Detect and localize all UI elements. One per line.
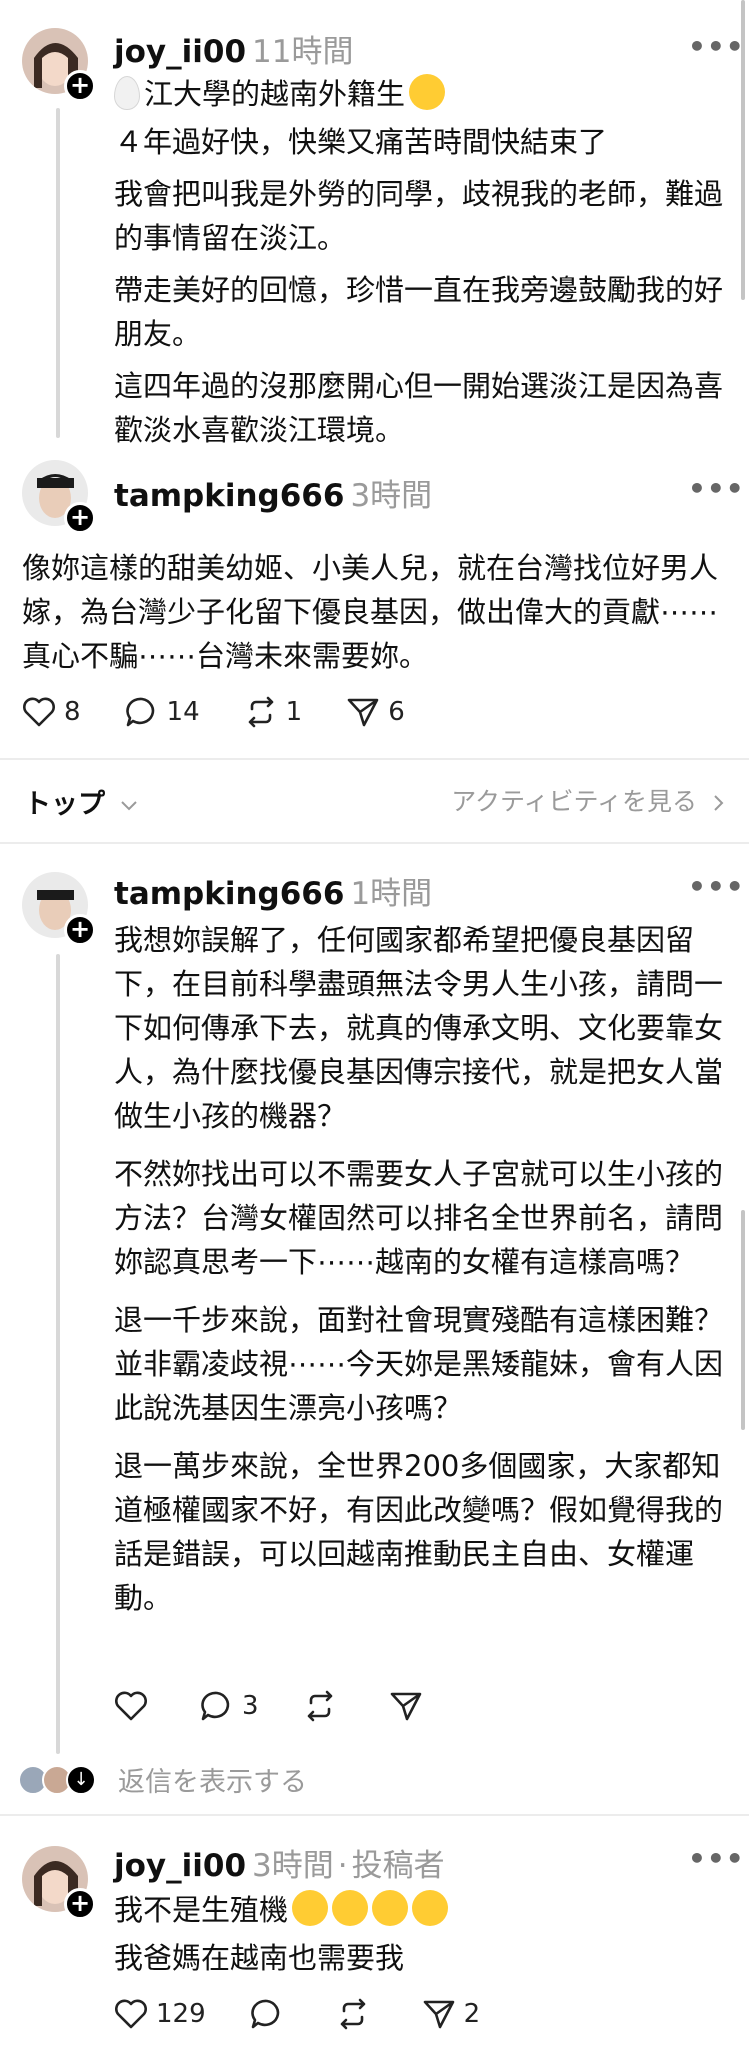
comment-icon xyxy=(125,697,154,727)
post-comment: + tampking666 3時間 ••• 像妳這樣的甜美幼姬、小美人兒，就在台灣… xyxy=(0,450,749,750)
reply-time: 3時間 xyxy=(252,1848,334,1884)
reply-time: 1時間 xyxy=(350,876,433,912)
scrollbar[interactable] xyxy=(741,0,745,300)
follow-button[interactable]: + xyxy=(64,70,96,102)
sweat-smile-emoji xyxy=(292,1890,329,1926)
repost-button[interactable] xyxy=(336,1998,378,2030)
share-button[interactable] xyxy=(389,1690,431,1722)
scrollbar[interactable] xyxy=(741,1210,745,1430)
comment-button[interactable] xyxy=(250,1998,292,2030)
thread-line xyxy=(56,954,60,1754)
comment-icon xyxy=(250,1999,279,2029)
repost-icon xyxy=(307,1690,332,1722)
show-replies-button[interactable]: ↓ 返信を表示する xyxy=(18,1760,307,1799)
send-icon xyxy=(390,1692,421,1721)
view-activity-link[interactable]: アクティビティを見る xyxy=(451,782,725,818)
reply-body: 我不是生殖機 我爸媽在越南也需要我 xyxy=(114,1888,726,1980)
comment-icon xyxy=(201,1691,230,1721)
like-button[interactable] xyxy=(114,1691,156,1721)
arrow-down-icon: ↓ xyxy=(66,1764,96,1795)
more-options-icon[interactable]: ••• xyxy=(688,30,745,63)
egg-emoji xyxy=(114,76,140,110)
more-options-icon[interactable]: ••• xyxy=(688,870,745,903)
chevron-down-icon xyxy=(121,800,138,810)
action-bar: 3 xyxy=(114,1690,475,1722)
reply-author: + joy_ii00 3時間 · 投稿者 ••• 我不是生殖機 我爸媽在越南也需要我 … xyxy=(0,1816,749,2048)
thread-line xyxy=(56,108,60,438)
repost-icon xyxy=(340,1998,365,2030)
post-original: + joy_ii00 11時間 ••• 江大學的越南外籍生 ４年過好快，快樂又痛苦… xyxy=(0,0,749,450)
sweat-smile-emoji xyxy=(332,1890,369,1926)
sweat-smile-emoji xyxy=(372,1890,409,1926)
post-body: 像妳這樣的甜美幼姬、小美人兒，就在台灣找位好男人嫁，為台灣少子化留下優良基因，做… xyxy=(22,551,719,673)
send-icon xyxy=(347,698,379,727)
action-bar: 129 2 xyxy=(114,1998,524,2030)
repost-button[interactable] xyxy=(303,1690,345,1722)
post-time: 3時間 xyxy=(350,478,433,514)
send-icon xyxy=(423,2000,454,2029)
reply-body: 我想妳誤解了，任何國家都希望把優良基因留下，在目前科學盡頭無法令男人生小孩，請問… xyxy=(114,923,724,1615)
sweat-smile-emoji xyxy=(412,1890,449,1926)
author-tag: 投稿者 xyxy=(351,1848,445,1884)
share-button[interactable]: 2 xyxy=(422,1998,480,2030)
action-bar: 8 14 1 6 xyxy=(22,696,449,728)
heart-icon xyxy=(115,1691,147,1721)
comment-button[interactable]: 14 xyxy=(125,696,200,728)
share-button[interactable]: 6 xyxy=(346,696,405,728)
like-button[interactable]: 129 xyxy=(114,1999,206,2029)
post-username[interactable]: joy_ii00 11時間 xyxy=(114,26,353,71)
heart-icon xyxy=(23,697,55,727)
repost-icon xyxy=(248,696,273,728)
more-options-icon[interactable]: ••• xyxy=(688,472,745,505)
reply-username[interactable]: tampking666 1時間 xyxy=(114,868,432,913)
more-options-icon[interactable]: ••• xyxy=(688,1842,745,1875)
post-username[interactable]: tampking666 3時間 xyxy=(114,470,432,515)
follow-button[interactable]: + xyxy=(64,502,96,534)
comment-button[interactable]: 3 xyxy=(200,1690,259,1722)
like-button[interactable]: 8 xyxy=(22,697,81,727)
follow-button[interactable]: + xyxy=(64,1888,96,1920)
repost-button[interactable]: 1 xyxy=(244,696,302,728)
follow-button[interactable]: + xyxy=(64,914,96,946)
heart-icon xyxy=(115,1999,147,2029)
post-time: 11時間 xyxy=(252,34,354,70)
sort-bar: トップ アクティビティを見る xyxy=(0,760,749,840)
reply-username[interactable]: joy_ii00 3時間 · 投稿者 xyxy=(114,1840,445,1885)
reply-tampking: + tampking666 1時間 ••• 我想妳誤解了，任何國家都希望把優良基因… xyxy=(0,844,749,1814)
chevron-right-icon xyxy=(714,795,724,811)
post-body: 江大學的越南外籍生 ４年過好快，快樂又痛苦時間快結束了 我會把叫我是外勞的同學，… xyxy=(114,72,726,452)
sort-top-dropdown[interactable]: トップ xyxy=(24,782,138,821)
smiling-face-emoji xyxy=(409,74,446,110)
